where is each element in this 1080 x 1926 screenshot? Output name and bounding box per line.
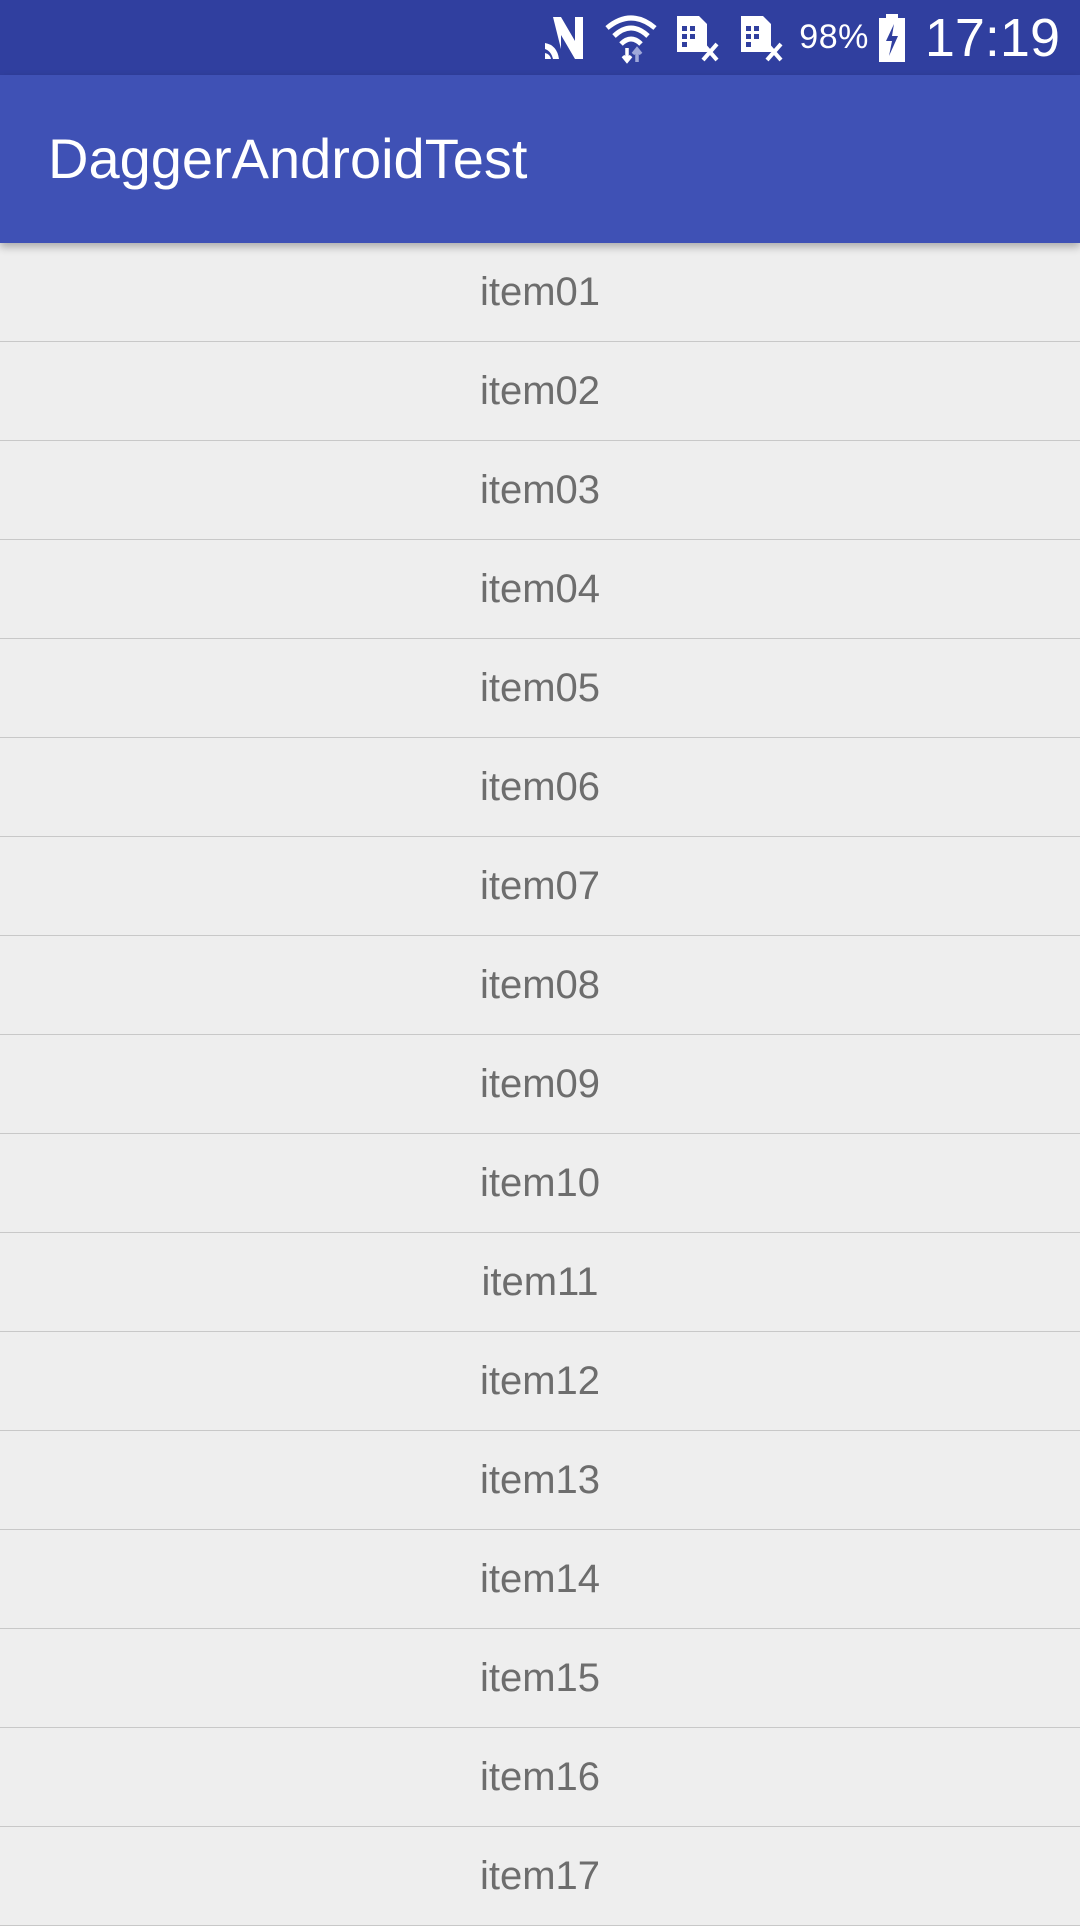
list-item[interactable]: item10 (0, 1134, 1080, 1233)
sim-no-signal-icon (737, 12, 785, 64)
nfc-n-icon (541, 13, 589, 63)
list-item[interactable]: item06 (0, 738, 1080, 837)
wifi-icon (605, 12, 657, 64)
list-item[interactable]: item11 (0, 1233, 1080, 1332)
list-item[interactable]: item17 (0, 1827, 1080, 1926)
item-list: item01 item02 item03 item04 item05 item06 item… (0, 243, 1080, 1926)
status-clock: 17:19 (924, 7, 1060, 68)
battery-charging-icon (877, 12, 907, 64)
status-bar: 98% 17:19 (0, 0, 1080, 75)
list-item[interactable]: item08 (0, 936, 1080, 1035)
list-item[interactable]: item14 (0, 1530, 1080, 1629)
list-item[interactable]: item16 (0, 1728, 1080, 1827)
app-bar: DaggerAndroidTest (0, 75, 1080, 243)
list-item[interactable]: item07 (0, 837, 1080, 936)
status-icons: 98% 17:19 (525, 0, 1060, 75)
list-item[interactable]: item01 (0, 243, 1080, 342)
app-title: DaggerAndroidTest (48, 127, 528, 190)
battery-percent: 98% (799, 18, 869, 56)
list-item[interactable]: item04 (0, 540, 1080, 639)
list-item[interactable]: item09 (0, 1035, 1080, 1134)
sim-no-signal-icon (673, 12, 721, 64)
list-item[interactable]: item05 (0, 639, 1080, 738)
list-item[interactable]: item12 (0, 1332, 1080, 1431)
list-item[interactable]: item15 (0, 1629, 1080, 1728)
list-item[interactable]: item03 (0, 441, 1080, 540)
list-item[interactable]: item13 (0, 1431, 1080, 1530)
list-item[interactable]: item02 (0, 342, 1080, 441)
